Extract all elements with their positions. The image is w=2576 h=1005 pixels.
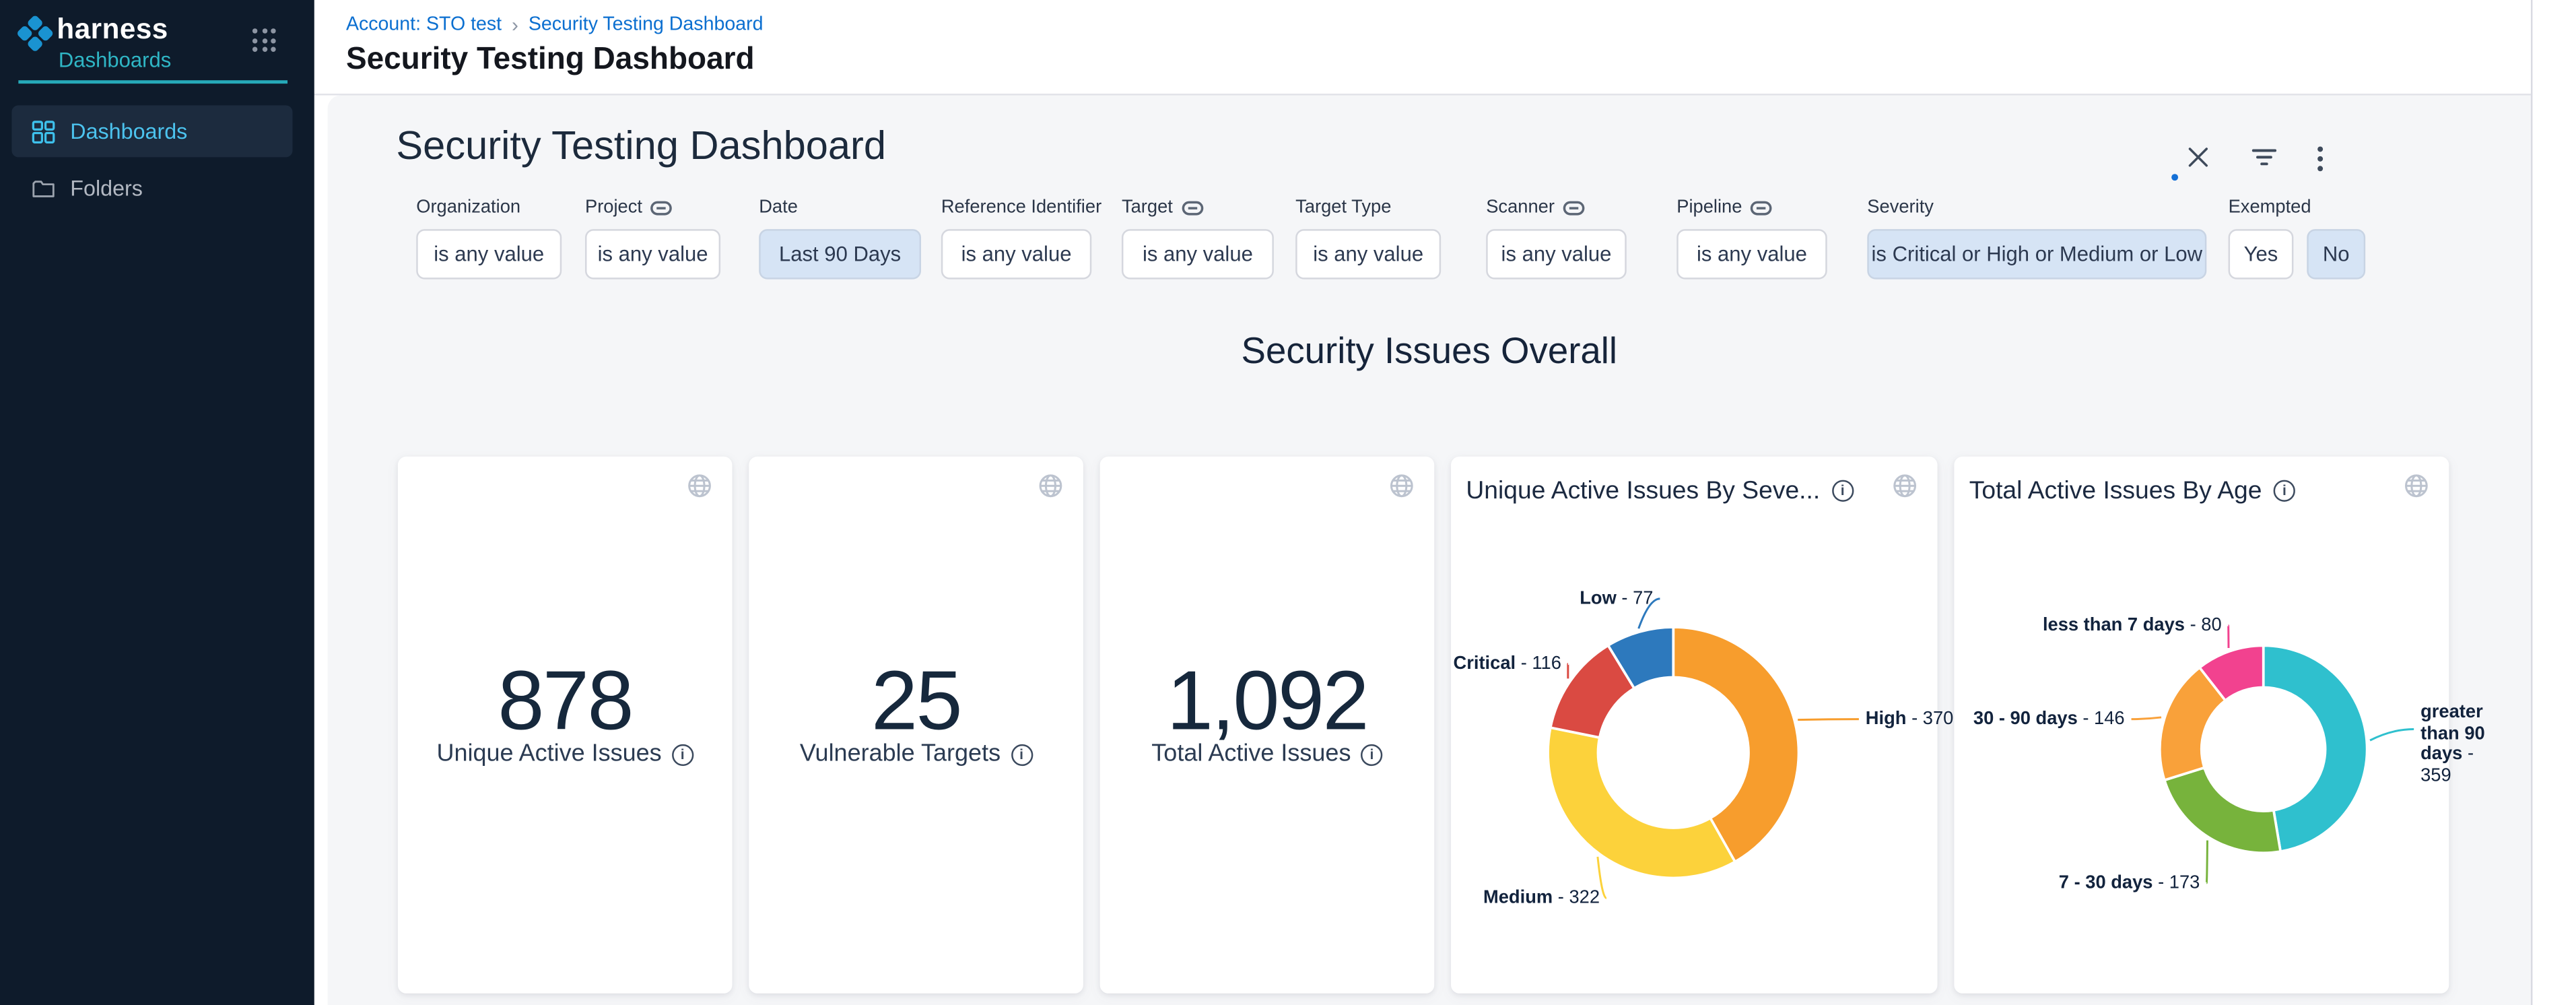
module-divider [18, 80, 287, 84]
donut-chart [1954, 457, 2449, 994]
stat-label: Vulnerable Targets [800, 741, 1001, 768]
info-icon[interactable]: i [672, 744, 693, 765]
filter-label: Scanner [1486, 197, 1627, 218]
sidebar-item-folders[interactable]: Folders [11, 162, 292, 214]
donut-label-leader [1798, 719, 1859, 720]
tile-issues-by-age-chart: Total Active Issues By Age i greater tha… [1954, 457, 2449, 994]
close-icon[interactable] [2187, 145, 2214, 172]
dashboard-actions [2187, 145, 2344, 172]
filter-severity: Severity is Critical or High or Medium or… [1867, 197, 2206, 280]
sidebar-item-dashboards[interactable]: Dashboards [11, 105, 292, 157]
filter-value-button[interactable]: is any value [416, 229, 562, 279]
donut-label-leader [1639, 599, 1660, 628]
info-icon[interactable]: i [1011, 744, 1032, 765]
breadcrumb: Account: STO test › Security Testing Das… [346, 13, 764, 37]
stat-label: Total Active Issues [1151, 741, 1351, 768]
logo-text: harness [57, 13, 168, 47]
globe-icon [1038, 474, 1063, 498]
filter-label: Date [759, 197, 921, 218]
harness-logo[interactable]: harness Dashboards [17, 13, 301, 77]
filter-label: Target [1122, 197, 1274, 218]
donut-label-leader [2132, 717, 2161, 719]
dashboard-panel: Security Testing Dashboard Organization i… [328, 96, 2531, 1005]
filter-value-button[interactable]: is any value [1122, 229, 1274, 279]
kebab-menu-icon[interactable] [2317, 145, 2344, 172]
link-icon [1181, 200, 1202, 215]
filter-project: Project is any value [585, 197, 720, 280]
filter-label: Severity [1867, 197, 2206, 218]
breadcrumb-page-link[interactable]: Security Testing Dashboard [529, 15, 764, 35]
filter-pipeline: Pipeline is any value [1676, 197, 1827, 280]
donut-label-leader [1598, 857, 1606, 898]
filter-target-type: Target Type is any value [1295, 197, 1441, 280]
tile-total-active-issues: 1,092 Total Active Issues i [1100, 457, 1435, 994]
filter-label: Target Type [1295, 197, 1441, 218]
filter-reference-identifier: Reference Identifier is any value [941, 197, 1101, 280]
exempted-yes-button[interactable]: Yes [2229, 229, 2294, 279]
breadcrumb-account-link[interactable]: Account: STO test [346, 15, 502, 35]
filter-value-button[interactable]: is any value [1676, 229, 1827, 279]
filter-scanner: Scanner is any value [1486, 197, 1627, 280]
donut-label-leader [2206, 841, 2207, 883]
filter-bar: Organization is any value Project is any va… [416, 197, 2365, 280]
filter-label: Reference Identifier [941, 197, 1101, 218]
donut-slice-7---30-days[interactable] [2165, 768, 2280, 853]
donut-label-leader [2370, 730, 2414, 741]
exempted-no-button[interactable]: No [2307, 229, 2365, 279]
filter-exempted: Exempted Yes No [2229, 197, 2366, 280]
filter-value-button[interactable]: is Critical or High or Medium or Low [1867, 229, 2206, 279]
filter-label: Organization [416, 197, 562, 218]
filter-label: Project [585, 197, 720, 218]
globe-icon [687, 474, 712, 498]
vertical-scrollbar[interactable] [2531, 0, 2576, 1005]
filter-organization: Organization is any value [416, 197, 562, 280]
donut-slice-Medium[interactable] [1548, 727, 1735, 878]
harness-dashboard-app: harness Dashboards Dashboards Fold [0, 0, 2576, 1005]
stat-value: 25 [749, 652, 1083, 749]
link-icon [1563, 200, 1584, 215]
sidebar: harness Dashboards Dashboards Fold [0, 0, 314, 1005]
sidebar-item-label: Dashboards [70, 119, 187, 143]
dashboard-title: Security Testing Dashboard [396, 124, 886, 171]
page-title: Security Testing Dashboard [346, 40, 755, 77]
filter-label: Pipeline [1676, 197, 1827, 218]
filter-label: Exempted [2229, 197, 2366, 218]
tiles-row: 878 Unique Active Issues i 25 Vulnerable … [398, 457, 2449, 994]
filter-icon[interactable] [2251, 145, 2278, 172]
info-icon[interactable]: i [1361, 744, 1382, 765]
filter-date: Date Last 90 Days [759, 197, 921, 280]
donut-chart [1451, 457, 1937, 994]
stat-value: 1,092 [1100, 652, 1435, 749]
sidebar-item-label: Folders [70, 176, 143, 201]
filter-value-button[interactable]: is any value [1486, 229, 1627, 279]
link-icon [1751, 200, 1772, 215]
filter-value-button[interactable]: Last 90 Days [759, 229, 921, 279]
chevron-right-icon: › [512, 13, 518, 37]
filter-target: Target is any value [1122, 197, 1274, 280]
module-label: Dashboards [59, 48, 171, 72]
donut-slice-greater-than-90-days[interactable] [2264, 645, 2367, 851]
link-icon [650, 200, 672, 215]
harness-logo-icon [17, 15, 54, 52]
filter-value-button[interactable]: is any value [585, 229, 720, 279]
tile-unique-active-issues: 878 Unique Active Issues i [398, 457, 733, 994]
top-header: Account: STO test › Security Testing Das… [314, 0, 2576, 96]
section-title: Security Issues Overall [328, 329, 2531, 373]
globe-icon [1389, 474, 1414, 498]
unsaved-indicator-dot [2171, 174, 2178, 181]
tile-issues-by-severity-chart: Unique Active Issues By Seve... i High -… [1451, 457, 1937, 994]
stat-label: Unique Active Issues [436, 741, 661, 768]
dashboards-icon [32, 120, 55, 143]
apps-grid-icon[interactable] [252, 28, 277, 53]
filter-value-button[interactable]: is any value [1295, 229, 1441, 279]
tile-vulnerable-targets: 25 Vulnerable Targets i [749, 457, 1083, 994]
folder-icon [32, 176, 55, 200]
stat-value: 878 [398, 652, 733, 749]
filter-value-button[interactable]: is any value [941, 229, 1091, 279]
